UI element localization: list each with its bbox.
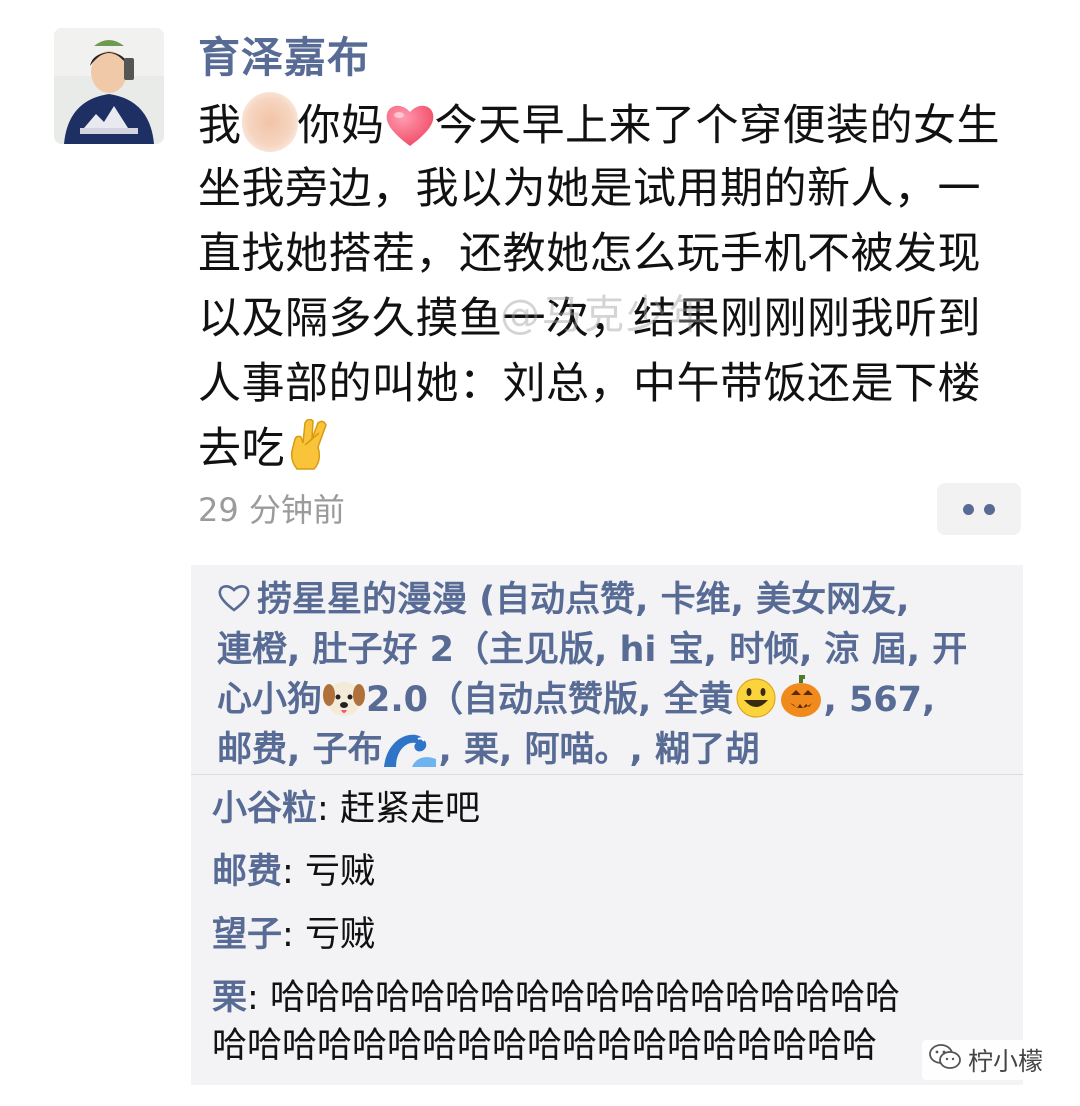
post-line: 以及隔多久摸鱼一次，结果刚刚刚我听到 [198, 294, 981, 344]
likes-text[interactable]: 邮费, 子布 [217, 730, 382, 770]
post-line-start: 我 [198, 101, 242, 151]
likes-text[interactable]: , 567, [824, 680, 936, 720]
comment[interactable]: 望子: 亏贼 [212, 910, 375, 960]
post-line: 我 你妈 今天早上来了个穿便装的女生 [198, 92, 1028, 157]
account-mark: 柠小檬 [922, 1040, 1050, 1080]
likes-text[interactable]: 捞星星的漫漫 (自动点赞, 卡维, 美女网友, [257, 580, 909, 620]
comment-author[interactable]: 小谷粒 [212, 789, 317, 829]
post-line-middle: 你妈 [297, 101, 385, 151]
blurred-word [241, 92, 298, 152]
account-name: 柠小檬 [968, 1047, 1044, 1076]
post-line-end: 今天早上来了个穿便装的女生 [434, 101, 1000, 151]
likes-line: 捞星星的漫漫 (自动点赞, 卡维, 美女网友, [217, 575, 1012, 625]
comment-separator: : [247, 978, 270, 1018]
jack-o-lantern-emoji [778, 675, 824, 733]
comment[interactable]: 栗: 哈哈哈哈哈哈哈哈哈哈哈哈哈哈哈哈哈哈 [212, 973, 900, 1023]
comment-text: 哈哈哈哈哈哈哈哈哈哈哈哈哈哈哈哈哈哈 [269, 978, 900, 1018]
comment-text: 亏贼 [304, 915, 375, 955]
comment[interactable]: 小谷粒: 赶紧走吧 [212, 784, 480, 834]
heart-outline-icon [217, 577, 251, 627]
timestamp: 29 分钟前 [198, 491, 345, 529]
comment-separator: : [282, 852, 305, 892]
likes-text[interactable]: 連橙, 肚子好 2（主见版, hi 宝, 时倾, 涼 屆, 开 [217, 630, 967, 670]
post-line: 坐我旁边，我以为她是试用期的新人，一 [198, 164, 981, 214]
post-line: 直找她搭茬，还教她怎么玩手机不被发现 [198, 229, 981, 279]
likes-text[interactable]: , 栗, 阿喵。, 糊了胡 [438, 730, 759, 770]
comment-separator: : [282, 915, 305, 955]
likes-line: 連橙, 肚子好 2（主见版, hi 宝, 时倾, 涼 屆, 开 [217, 625, 1012, 675]
likes-line: 心小狗 2.0（自动点赞版, 全黄 , 567, [217, 675, 1012, 725]
likes-list: 捞星星的漫漫 (自动点赞, 卡维, 美女网友, 連橙, 肚子好 2（主见版, h… [217, 575, 1012, 775]
post-line-text: 去吃 [198, 424, 285, 474]
post-text: 我 你妈 今天早上来了个穿便装的女生 坐我旁边，我以为她是试用期的新人，一 直找她… [198, 92, 1028, 482]
comment-separator: : [317, 789, 340, 829]
likes-comments-panel: 捞星星的漫漫 (自动点赞, 卡维, 美女网友, 連橙, 肚子好 2（主见版, h… [191, 565, 1023, 1085]
comment-text: 亏贼 [304, 852, 375, 892]
comment-text: 赶紧走吧 [339, 789, 480, 829]
post-line: 人事部的叫她：刘总，中午带饭还是下楼 [198, 359, 981, 409]
crossed-fingers-emoji [285, 418, 331, 490]
dot-icon [963, 504, 974, 515]
likes-line: 邮费, 子布 , 栗, 阿喵。, 糊了胡 [217, 725, 1012, 775]
comment-author[interactable]: 栗 [212, 978, 247, 1018]
comment-text: 哈哈哈哈哈哈哈哈哈哈哈哈哈哈哈哈哈哈哈 [212, 1026, 878, 1066]
avatar[interactable] [54, 28, 164, 144]
author-name[interactable]: 育泽嘉布 [198, 30, 370, 86]
post-line: 去吃 [198, 417, 1028, 482]
likes-text[interactable]: 2.0（自动点赞版, 全黄 [366, 680, 733, 720]
comment-author[interactable]: 邮费 [212, 852, 282, 892]
comment-author[interactable]: 望子 [212, 915, 282, 955]
dot-icon [984, 504, 995, 515]
wechat-icon [928, 1043, 962, 1077]
comment[interactable]: 邮费: 亏贼 [212, 847, 375, 897]
likes-text[interactable]: 心小狗 [217, 680, 322, 720]
more-actions-button[interactable] [937, 483, 1021, 535]
comment-continuation: 哈哈哈哈哈哈哈哈哈哈哈哈哈哈哈哈哈哈哈 [212, 1021, 877, 1071]
divider [191, 774, 1023, 775]
